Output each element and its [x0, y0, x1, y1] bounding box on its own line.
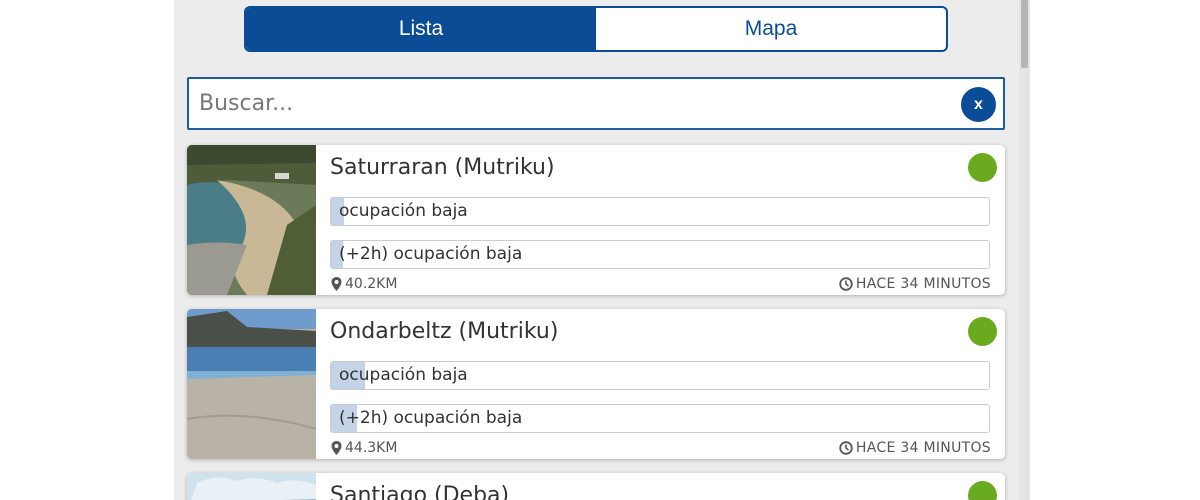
occupancy-2h-bar: (+2h) ocupación baja [330, 240, 990, 269]
beach-thumbnail [187, 473, 316, 500]
location-pin-icon [331, 277, 342, 291]
status-indicator [968, 481, 997, 500]
beach-card-santiago[interactable]: Santiago (Deba) [187, 473, 1005, 500]
last-updated: HACE 34 MINUTOS [839, 276, 991, 292]
occupancy-now-label: ocupación baja [339, 365, 468, 385]
distance: 44.3KM [331, 440, 397, 456]
tab-mapa[interactable]: Mapa [596, 8, 946, 50]
tab-lista[interactable]: Lista [246, 8, 596, 50]
status-indicator [968, 153, 997, 182]
occupancy-2h-bar: (+2h) ocupación baja [330, 404, 990, 433]
distance-value: 44.3KM [345, 440, 398, 456]
clear-search-button[interactable]: x [961, 87, 996, 122]
scrollbar[interactable] [1019, 0, 1030, 500]
beach-thumbnail [187, 309, 316, 459]
clock-icon [839, 441, 853, 455]
location-pin-icon [331, 441, 342, 455]
beach-card-saturraran[interactable]: Saturraran (Mutriku) ocupación baja (+2h… [187, 145, 1005, 295]
beach-card-ondarbeltz[interactable]: Ondarbeltz (Mutriku) ocupación baja (+2h… [187, 309, 1005, 459]
occupancy-2h-label: (+2h) ocupación baja [339, 408, 523, 428]
occupancy-now-bar: ocupación baja [330, 197, 990, 226]
last-updated-value: HACE 34 MINUTOS [855, 276, 991, 292]
occupancy-now-label: ocupación baja [339, 201, 468, 221]
beach-thumbnail [187, 145, 316, 295]
distance-value: 40.2KM [345, 276, 398, 292]
clock-icon [839, 277, 853, 291]
search-bar: x [187, 77, 1005, 130]
last-updated: HACE 34 MINUTOS [839, 440, 991, 456]
view-toggle: Lista Mapa [244, 6, 948, 52]
beach-name: Santiago (Deba) [330, 483, 510, 500]
scrollbar-thumb[interactable] [1021, 0, 1028, 68]
beach-name: Saturraran (Mutriku) [330, 155, 555, 180]
search-input[interactable] [199, 79, 959, 128]
occupancy-2h-label: (+2h) ocupación baja [339, 244, 523, 264]
status-indicator [968, 317, 997, 346]
distance: 40.2KM [331, 276, 397, 292]
last-updated-value: HACE 34 MINUTOS [855, 440, 991, 456]
occupancy-now-bar: ocupación baja [330, 361, 990, 390]
beach-name: Ondarbeltz (Mutriku) [330, 319, 559, 344]
